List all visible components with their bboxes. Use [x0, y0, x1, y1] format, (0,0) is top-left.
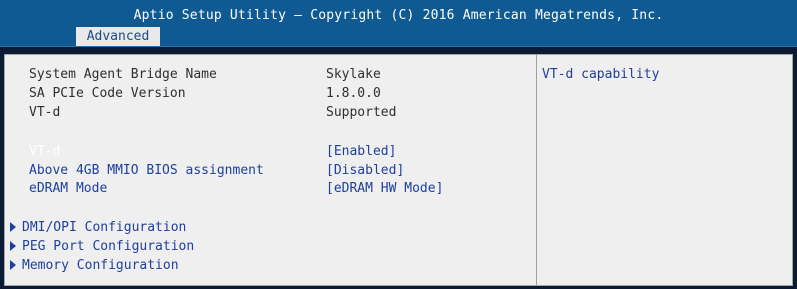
submenu-dmi-opi-configuration[interactable]: DMI/OPI Configuration [10, 220, 186, 238]
setting-value-vtd[interactable]: [Enabled] [326, 144, 396, 159]
info-row-bridge-name: System Agent Bridge Name Skylake [5, 67, 536, 85]
submenu-label[interactable]: DMI/OPI Configuration [22, 220, 186, 235]
setting-row-edram-mode[interactable]: eDRAM Mode [eDRAM HW Mode] [5, 181, 536, 199]
setting-label-edram-mode[interactable]: eDRAM Mode [29, 181, 107, 196]
setting-row-above-4gb-mmio[interactable]: Above 4GB MMIO BIOS assignment [Disabled… [5, 163, 536, 181]
info-label: VT-d [29, 105, 61, 120]
info-row-vtd-support: VT-d Supported [5, 105, 536, 123]
submenu-peg-port-configuration[interactable]: PEG Port Configuration [10, 239, 194, 257]
submenu-label[interactable]: Memory Configuration [22, 258, 179, 273]
submenu-memory-configuration[interactable]: Memory Configuration [10, 258, 179, 276]
submenu-arrow-icon [10, 222, 16, 232]
submenu-label[interactable]: PEG Port Configuration [22, 239, 194, 254]
info-value: Supported [326, 105, 397, 120]
submenu-arrow-icon [10, 241, 16, 251]
info-label: SA PCIe Code Version [29, 86, 186, 101]
help-pane: VT-d capability [537, 55, 792, 285]
help-text: VT-d capability [542, 67, 660, 82]
main-panel: System Agent Bridge Name Skylake SA PCIe… [4, 54, 793, 286]
setting-value-edram-mode[interactable]: [eDRAM HW Mode] [326, 181, 443, 196]
setting-label-vtd[interactable]: VT-d [29, 144, 60, 159]
header-bar: Aptio Setup Utility – Copyright (C) 2016… [0, 0, 797, 47]
tab-advanced[interactable]: Advanced [76, 27, 160, 46]
setting-value-above-4gb-mmio[interactable]: [Disabled] [326, 163, 404, 178]
settings-pane: System Agent Bridge Name Skylake SA PCIe… [5, 55, 536, 285]
info-value: 1.8.0.0 [326, 86, 381, 101]
app-title: Aptio Setup Utility – Copyright (C) 2016… [133, 8, 664, 23]
setting-row-vtd[interactable]: VT-d [Enabled] [5, 144, 536, 162]
info-row-pcie-version: SA PCIe Code Version 1.8.0.0 [5, 86, 536, 104]
submenu-arrow-icon [10, 260, 16, 270]
setting-label-above-4gb-mmio[interactable]: Above 4GB MMIO BIOS assignment [29, 163, 264, 178]
info-value: Skylake [326, 67, 381, 82]
info-label: System Agent Bridge Name [29, 67, 217, 82]
